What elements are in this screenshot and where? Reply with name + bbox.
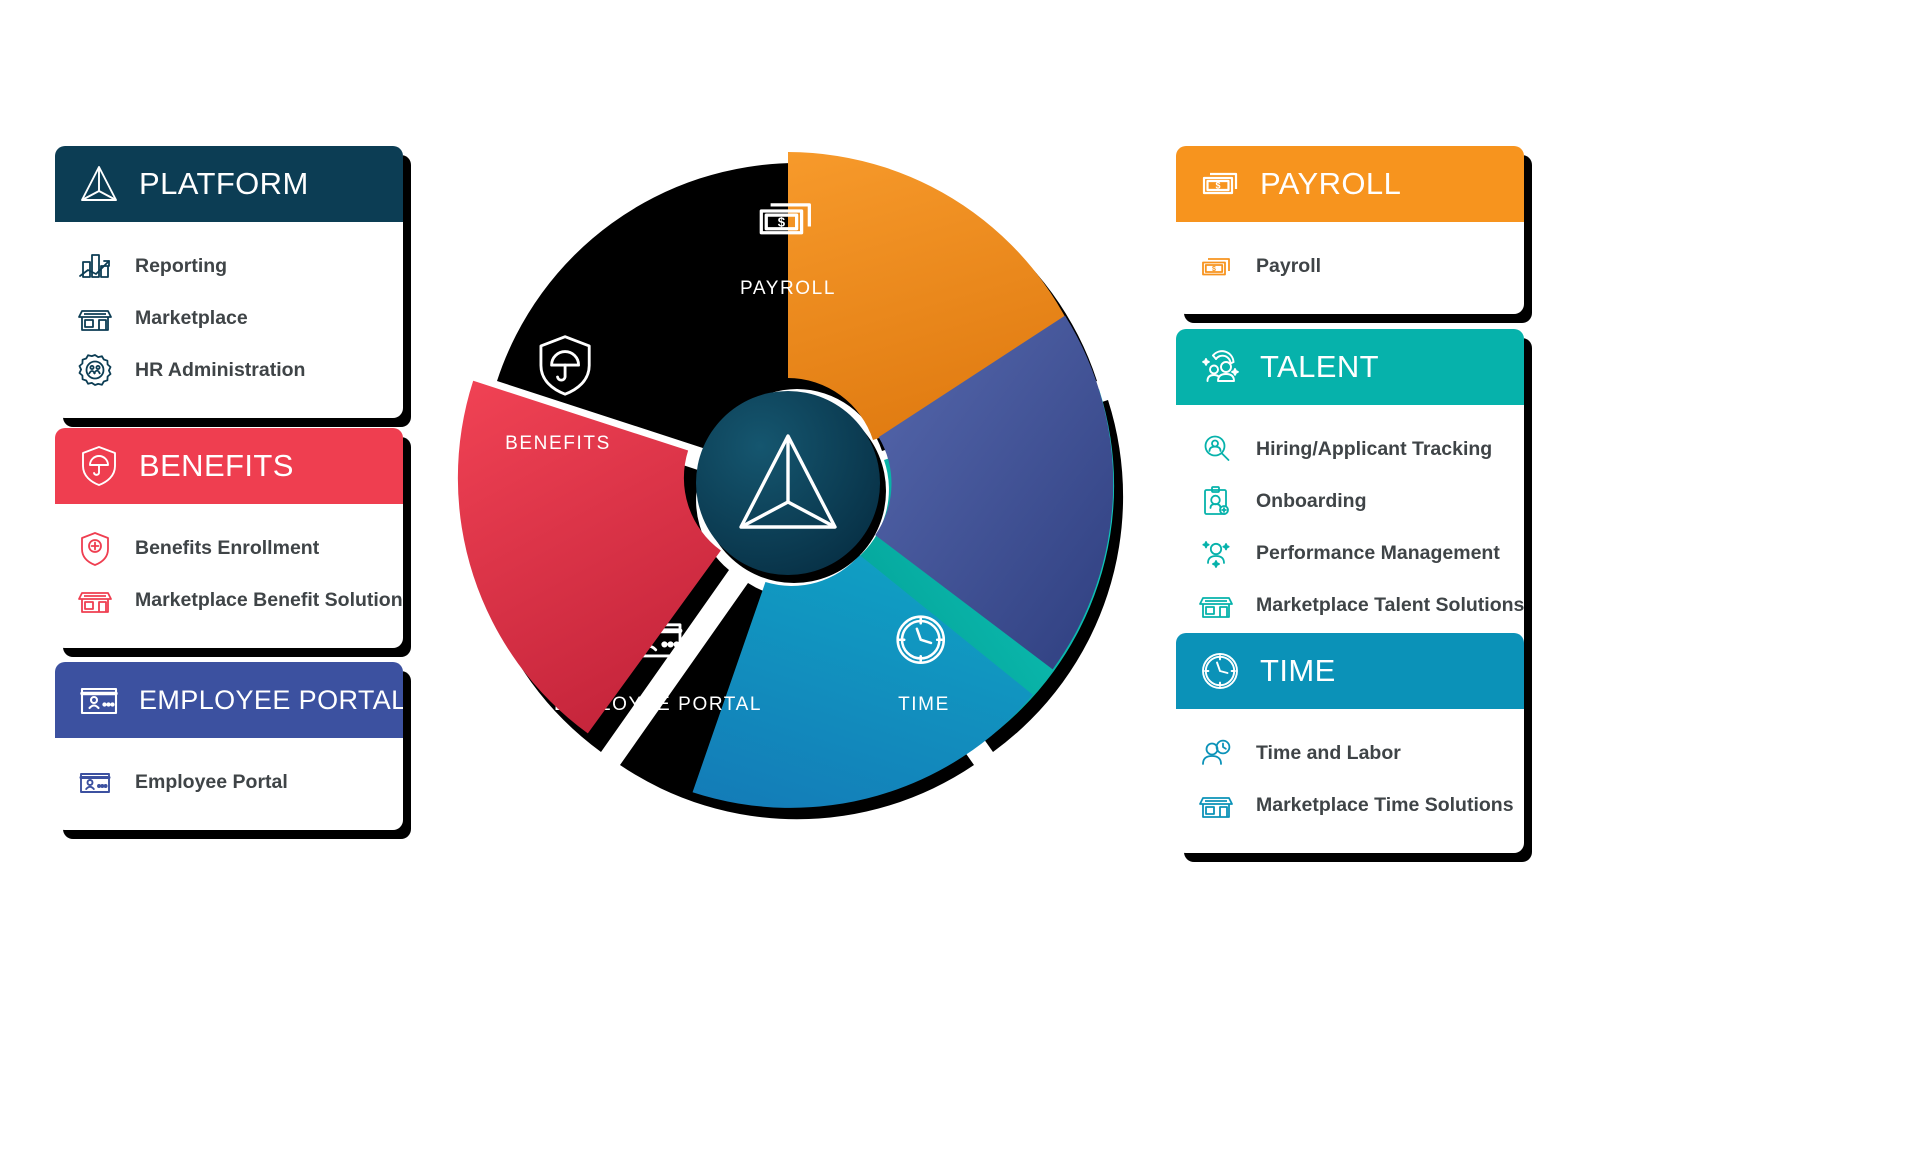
card-employee-portal-body: Employee Portal xyxy=(55,738,403,830)
list-item[interactable]: Marketplace Benefit Solutions xyxy=(75,574,403,626)
card-employee-portal-header: EMPLOYEE PORTAL xyxy=(55,662,403,738)
card-employee-portal[interactable]: EMPLOYEE PORTAL Employee Portal xyxy=(55,662,403,830)
card-payroll-title: PAYROLL xyxy=(1260,166,1402,201)
person-clock-icon xyxy=(1196,733,1236,773)
portal-window-icon xyxy=(75,676,123,724)
wheel-segment-time-label: TIME xyxy=(898,694,950,715)
card-time-header: TIME xyxy=(1176,633,1524,709)
card-talent[interactable]: TALENT Hiring/Applicant Tracking Onboard… xyxy=(1176,329,1524,653)
list-item-label: Hiring/Applicant Tracking xyxy=(1256,437,1493,460)
storefront-icon xyxy=(75,298,115,338)
card-platform-header: PLATFORM xyxy=(55,146,403,222)
card-time-body: Time and Labor Marketplace Time Solution… xyxy=(1176,709,1524,853)
wheel-segment-payroll-label: PAYROLL xyxy=(740,278,836,299)
card-benefits-body: Benefits Enrollment Marketplace Benefit … xyxy=(55,504,403,648)
list-item-label: Payroll xyxy=(1256,254,1322,277)
card-time[interactable]: TIME Time and Labor Marketplace Time Sol… xyxy=(1176,633,1524,853)
list-item[interactable]: Performance Management xyxy=(1196,527,1504,579)
list-item[interactable]: Time and Labor xyxy=(1196,727,1504,779)
list-item-label: Marketplace Benefit Solutions xyxy=(135,588,403,611)
money-bills-icon: $ xyxy=(1196,160,1244,208)
id-badge-icon xyxy=(1196,481,1236,521)
list-item-label: Benefits Enrollment xyxy=(135,536,320,559)
clock-icon xyxy=(1196,647,1244,695)
person-stars-icon xyxy=(1196,533,1236,573)
portal-window-icon xyxy=(75,762,115,802)
list-item-label: Employee Portal xyxy=(135,770,288,793)
wheel-hub[interactable] xyxy=(696,391,886,583)
wheel-segment-benefits-label: BENEFITS xyxy=(505,433,611,454)
infographic-canvas: PLATFORM Reporting Marketplace HR Admini… xyxy=(0,0,1920,1170)
list-item[interactable]: HR Administration xyxy=(75,344,383,396)
card-platform-body: Reporting Marketplace HR Administration xyxy=(55,222,403,418)
card-talent-title: TALENT xyxy=(1260,349,1379,384)
list-item-label: Marketplace Time Solutions xyxy=(1256,793,1514,816)
card-platform-title: PLATFORM xyxy=(139,166,309,201)
list-item-label: Performance Management xyxy=(1256,541,1500,564)
bar-chart-icon xyxy=(75,246,115,286)
talent-magnet-icon xyxy=(1196,343,1244,391)
card-payroll-body: $ Payroll xyxy=(1176,222,1524,314)
list-item-label: Marketplace xyxy=(135,306,248,329)
money-bills-icon: $ xyxy=(1196,246,1236,286)
list-item-label: Onboarding xyxy=(1256,489,1367,512)
platform-logo-icon xyxy=(75,160,123,208)
list-item[interactable]: Employee Portal xyxy=(75,756,383,808)
list-item[interactable]: Hiring/Applicant Tracking xyxy=(1196,423,1504,475)
storefront-icon xyxy=(1196,585,1236,625)
svg-text:$: $ xyxy=(1215,181,1220,191)
card-benefits-title: BENEFITS xyxy=(139,448,294,483)
list-item-label: HR Administration xyxy=(135,358,306,381)
card-benefits[interactable]: BENEFITS Benefits Enrollment Marketplace… xyxy=(55,428,403,648)
card-platform[interactable]: PLATFORM Reporting Marketplace HR Admini… xyxy=(55,146,403,418)
shield-umbrella-icon xyxy=(75,442,123,490)
list-item[interactable]: Marketplace Talent Solutions xyxy=(1196,579,1524,631)
list-item[interactable]: Reporting xyxy=(75,240,383,292)
storefront-icon xyxy=(75,580,115,620)
card-employee-portal-title: EMPLOYEE PORTAL xyxy=(139,684,403,715)
card-payroll-header: $ PAYROLL xyxy=(1176,146,1524,222)
shield-plus-icon xyxy=(75,528,115,568)
list-item[interactable]: Marketplace Time Solutions xyxy=(1196,779,1514,831)
solutions-wheel: $ PAYROLL TALENT xyxy=(408,88,1168,878)
list-item-label: Time and Labor xyxy=(1256,741,1401,764)
list-item[interactable]: $ Payroll xyxy=(1196,240,1504,292)
card-time-title: TIME xyxy=(1260,653,1336,688)
list-item-label: Marketplace Talent Solutions xyxy=(1256,593,1524,616)
storefront-icon xyxy=(1196,785,1236,825)
svg-text:$: $ xyxy=(1212,266,1216,273)
card-payroll[interactable]: $ PAYROLL $ Payroll xyxy=(1176,146,1524,314)
card-talent-body: Hiring/Applicant Tracking Onboarding Per… xyxy=(1176,405,1524,653)
list-item[interactable]: Onboarding xyxy=(1196,475,1504,527)
card-benefits-header: BENEFITS xyxy=(55,428,403,504)
list-item[interactable]: Marketplace xyxy=(75,292,383,344)
person-search-icon xyxy=(1196,429,1236,469)
list-item[interactable]: Benefits Enrollment xyxy=(75,522,383,574)
svg-text:$: $ xyxy=(778,215,786,230)
list-item-label: Reporting xyxy=(135,254,228,277)
card-talent-header: TALENT xyxy=(1176,329,1524,405)
gear-people-icon xyxy=(75,350,115,390)
clock-icon xyxy=(896,615,946,665)
